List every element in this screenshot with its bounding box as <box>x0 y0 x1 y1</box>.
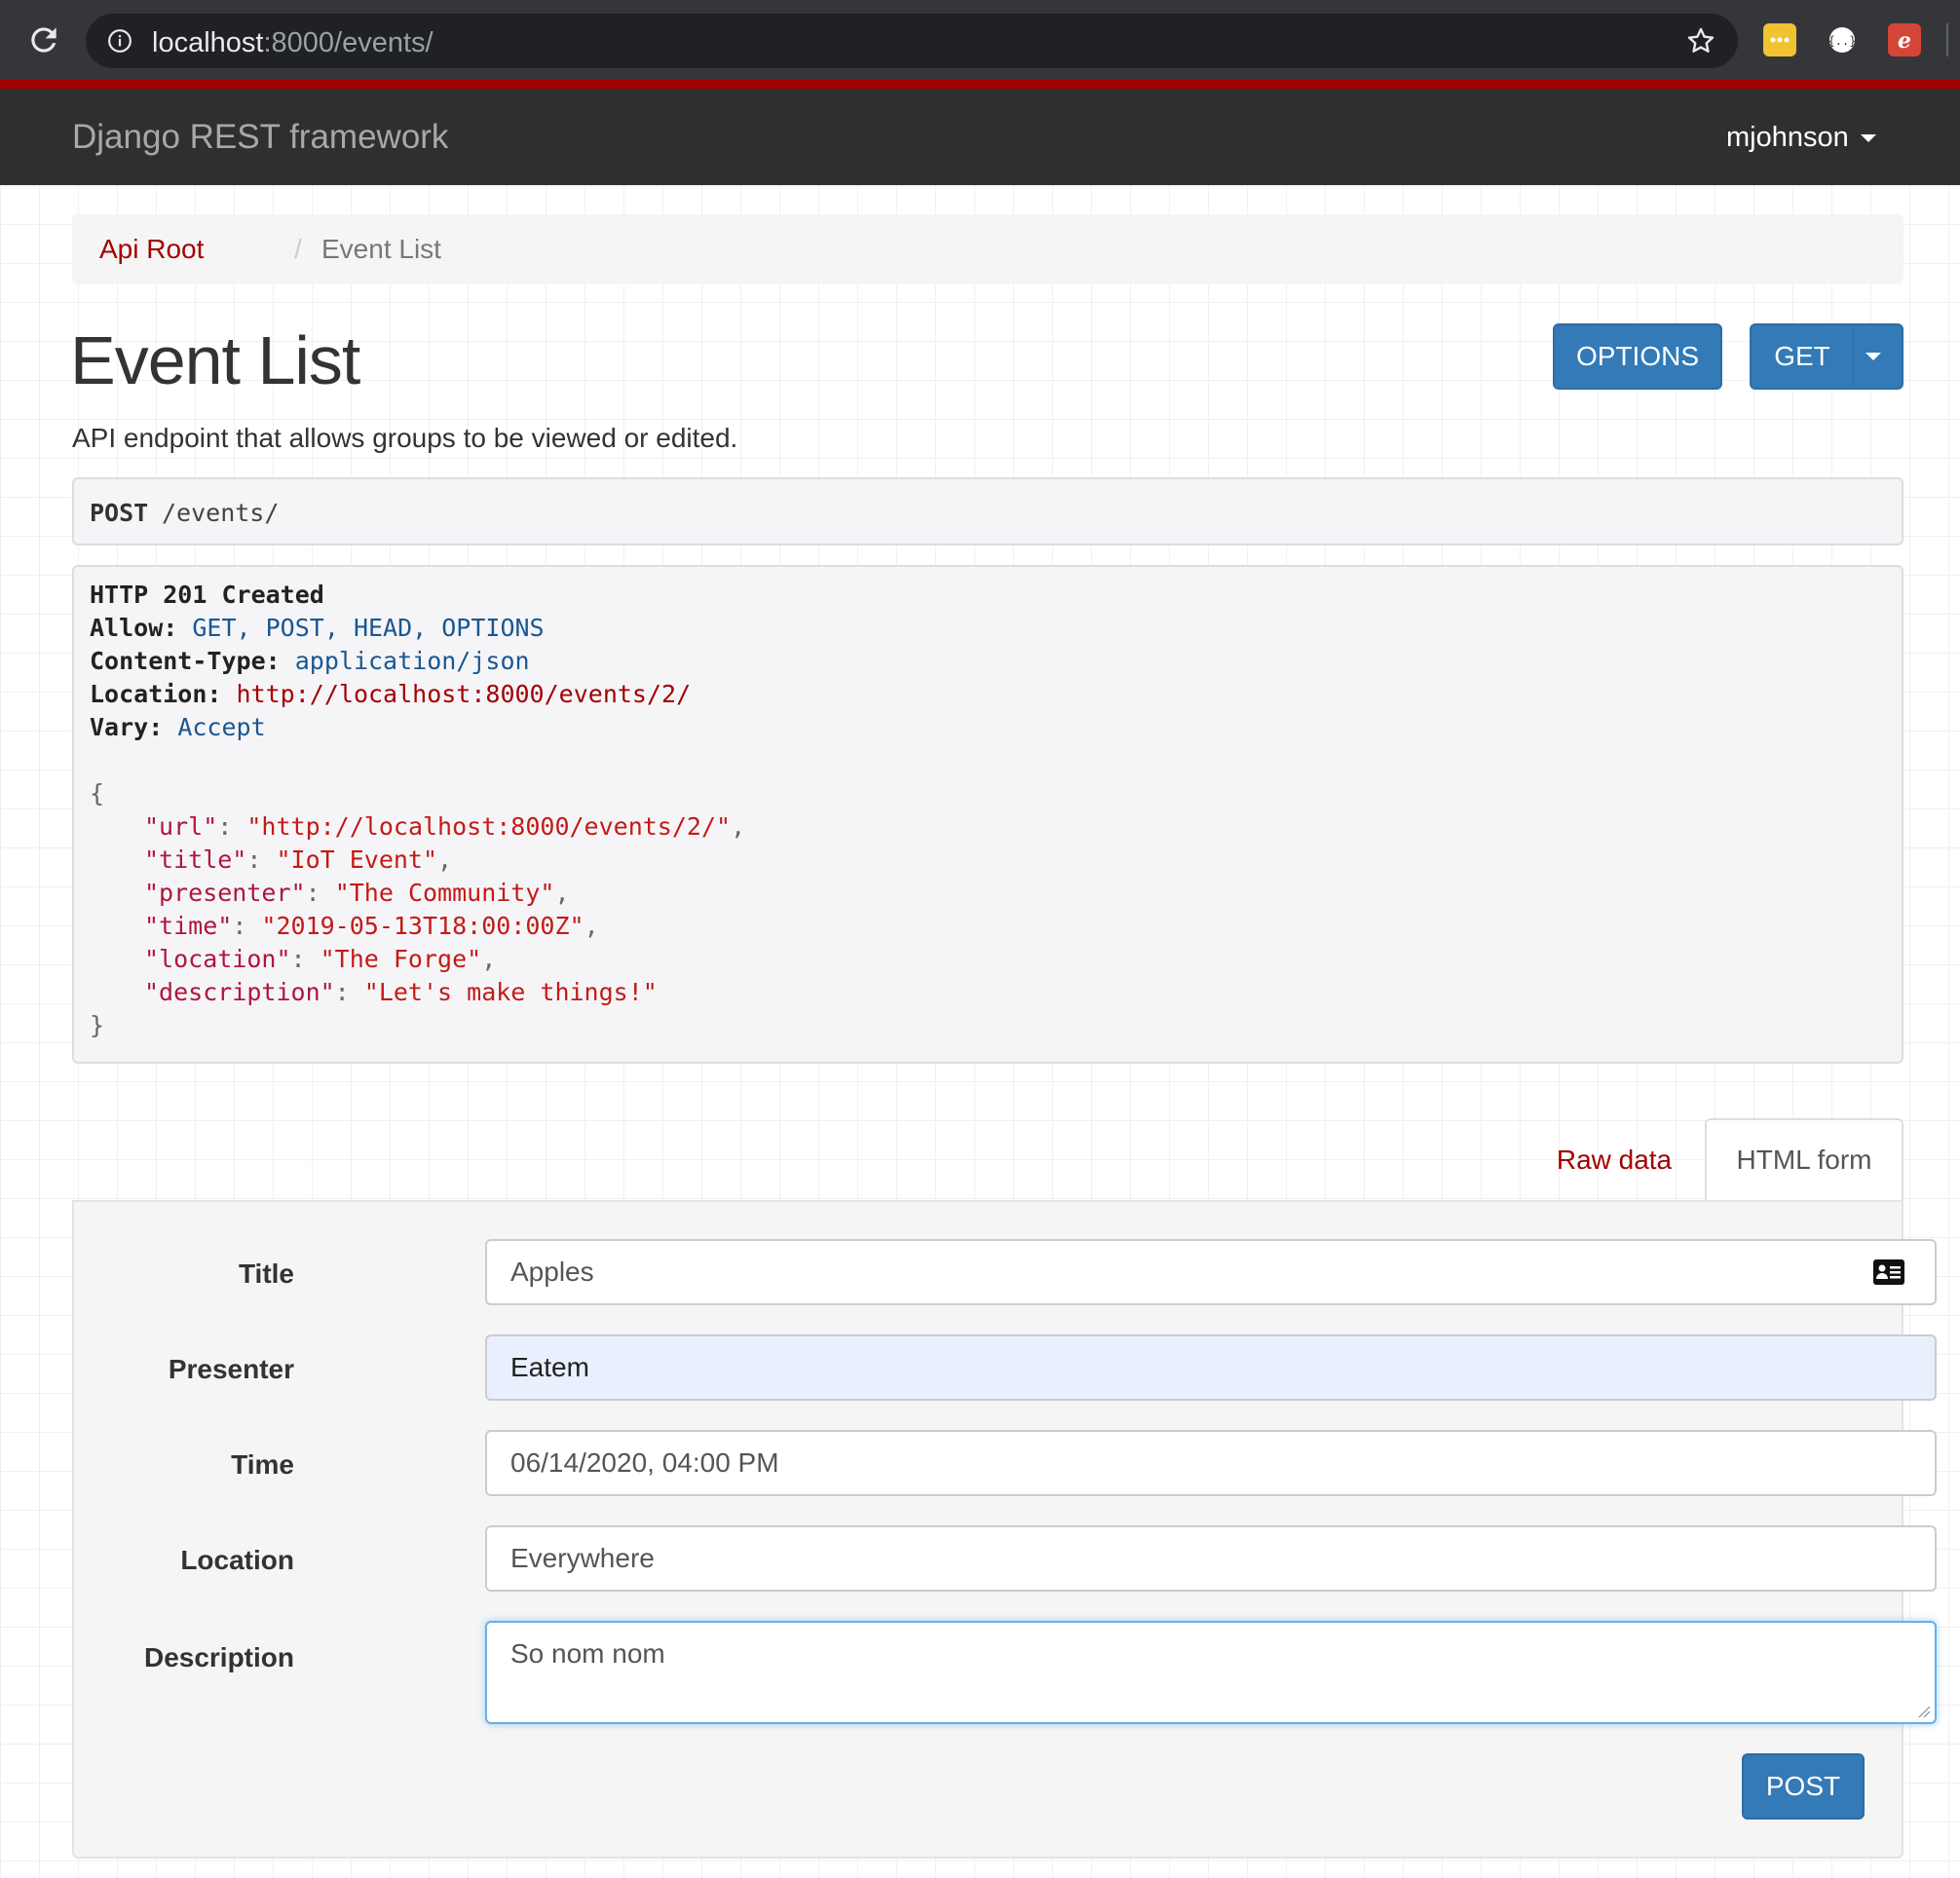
reload-icon[interactable] <box>25 21 62 58</box>
time-field[interactable]: 06/14/2020, 04:00 PM <box>485 1430 1937 1496</box>
json-value: "Let's make things!" <box>363 978 658 1006</box>
json-key: "time" <box>144 912 233 940</box>
html-form: Title Apples Presenter Eatem Time 06/14/… <box>72 1200 1937 1859</box>
extension-icon[interactable]: {..} <box>1826 23 1859 56</box>
json-field-line: "location": "The Forge", <box>144 945 497 973</box>
title-field[interactable]: Apples <box>485 1239 1937 1305</box>
time-label: Time <box>231 1449 294 1480</box>
extension-icon[interactable]: e <box>1888 23 1921 56</box>
chevron-down-icon <box>1866 353 1881 360</box>
response-info: HTTP 201 Created Allow: GET, POST, HEAD,… <box>72 565 1903 1064</box>
json-value: "The Community" <box>334 879 555 907</box>
json-value: "http://localhost:8000/events/2/" <box>246 812 732 841</box>
navbar-accent-line <box>0 79 1960 89</box>
breadcrumb-current: Event List <box>321 234 441 264</box>
location-link[interactable]: http://localhost:8000/events/2/ <box>237 680 692 708</box>
description-value: So nom nom <box>510 1638 665 1669</box>
json-close-brace: } <box>90 1011 105 1039</box>
title-label: Title <box>238 1258 294 1289</box>
tab-html-form[interactable]: HTML form <box>1705 1118 1903 1202</box>
response-header-allow: Allow: GET, POST, HEAD, OPTIONS <box>90 614 545 642</box>
response-header-location: Location: http://localhost:8000/events/2… <box>90 680 692 708</box>
request-info: POST /events/ <box>72 477 1903 545</box>
options-button[interactable]: OPTIONS <box>1553 323 1722 390</box>
description-label: Description <box>143 1642 294 1672</box>
request-method: POST <box>90 499 149 527</box>
post-button[interactable]: POST <box>1742 1753 1865 1820</box>
request-path: /events/ <box>162 499 280 527</box>
svg-text:{..}: {..} <box>1828 34 1857 48</box>
json-key: "presenter" <box>144 879 306 907</box>
json-field-line: "time": "2019-05-13T18:00:00Z", <box>144 912 599 940</box>
tab-raw-data[interactable]: Raw data <box>1531 1120 1697 1200</box>
get-format-dropdown[interactable] <box>1853 323 1903 390</box>
contact-card-icon[interactable] <box>1872 1258 1905 1286</box>
title-value: Apples <box>510 1257 594 1287</box>
star-icon[interactable] <box>1685 25 1716 56</box>
json-field-line: "url": "http://localhost:8000/events/2/"… <box>144 812 746 841</box>
json-field-line: "title": "IoT Event", <box>144 845 453 874</box>
location-field[interactable]: Everywhere <box>485 1525 1937 1592</box>
breadcrumb-separator: / <box>294 234 302 264</box>
json-field-line: "description": "Let's make things!" <box>144 978 658 1006</box>
response-header-vary: Vary: Accept <box>90 713 266 741</box>
url-host: localhost <box>152 27 264 58</box>
json-value: "The Forge" <box>320 945 482 973</box>
browser-toolbar: localhost:8000/events/ {..} e <box>0 0 1960 82</box>
page-title: Event List <box>70 322 360 398</box>
address-url[interactable]: localhost:8000/events/ <box>152 27 433 59</box>
breadcrumb-api-root[interactable]: Api Root <box>99 234 204 265</box>
json-value: "2019-05-13T18:00:00Z" <box>261 912 584 940</box>
navbar-brand[interactable]: Django REST framework <box>72 118 448 157</box>
json-key: "title" <box>144 845 247 874</box>
response-status: HTTP 201 Created <box>90 581 324 609</box>
presenter-field[interactable]: Eatem <box>485 1334 1937 1401</box>
navbar: Django REST framework mjohnson <box>0 89 1960 185</box>
json-key: "description" <box>144 978 335 1006</box>
json-field-line: "presenter": "The Community", <box>144 879 570 907</box>
endpoint-description: API endpoint that allows groups to be vi… <box>72 423 738 453</box>
description-textarea[interactable]: So nom nom <box>485 1621 1937 1724</box>
svg-text:e: e <box>1898 28 1911 54</box>
json-key: "url" <box>144 812 218 841</box>
resize-handle-icon[interactable] <box>1917 1705 1931 1718</box>
url-path: :8000/events/ <box>263 27 433 58</box>
presenter-label: Presenter <box>168 1354 294 1384</box>
get-button[interactable]: GET <box>1750 323 1855 390</box>
json-key: "location" <box>144 945 291 973</box>
user-name: mjohnson <box>1726 122 1849 153</box>
breadcrumb: Api Root / Event List <box>72 214 1903 284</box>
json-open-brace: { <box>90 779 105 808</box>
location-label: Location <box>180 1545 294 1575</box>
extension-icon[interactable] <box>1763 23 1796 56</box>
chevron-down-icon <box>1860 134 1876 143</box>
json-value: "IoT Event" <box>276 845 438 874</box>
response-header-content-type: Content-Type: application/json <box>90 647 530 675</box>
info-icon[interactable] <box>107 28 132 54</box>
user-menu[interactable]: mjohnson <box>1726 122 1876 154</box>
address-bar[interactable]: localhost:8000/events/ <box>86 14 1738 68</box>
toolbar-divider <box>1946 23 1948 56</box>
